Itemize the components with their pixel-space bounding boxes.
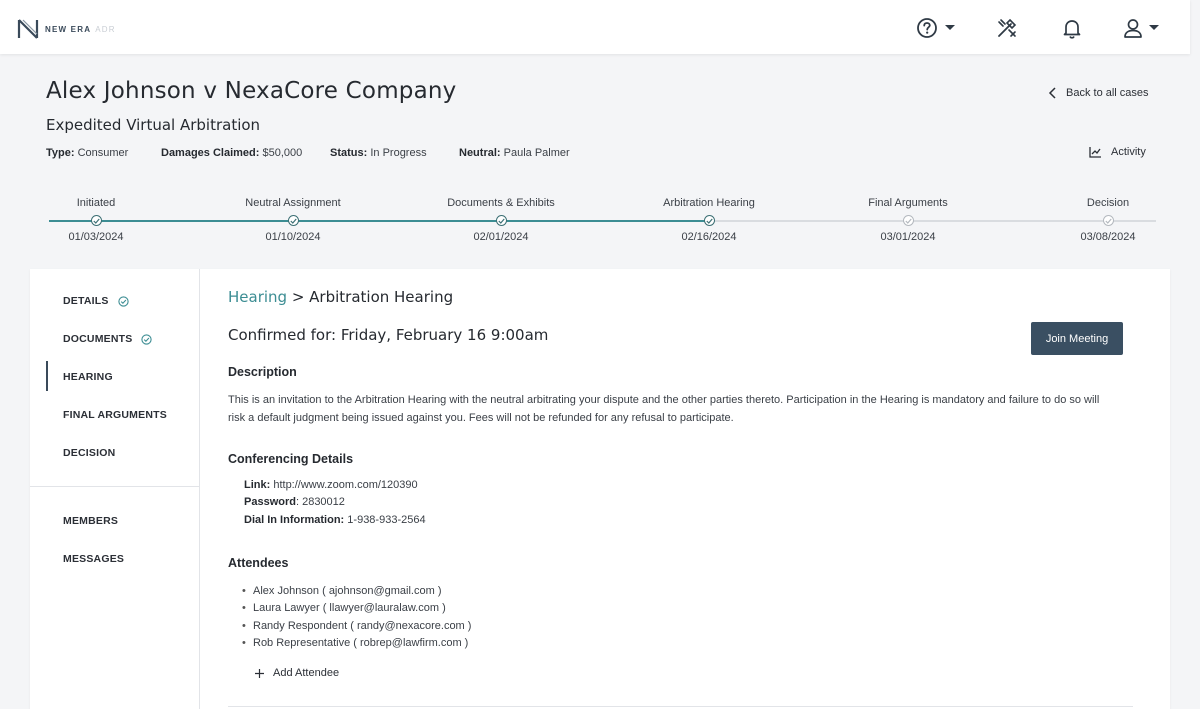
meta-damages: Damages Claimed: $50,000 [161, 147, 303, 159]
hearing-confirmed-time: Confirmed for: Friday, February 16 9:00a… [228, 326, 549, 344]
step-check-icon [90, 215, 102, 226]
step-decision[interactable]: Decision 03/08/2024 [1028, 195, 1188, 243]
logo-mark-icon [17, 19, 39, 39]
meta-status: Status: In Progress [330, 147, 427, 159]
zoom-link[interactable]: http://www.zoom.com/120390 [270, 479, 417, 491]
nav-item-hearing[interactable]: HEARING [63, 371, 113, 383]
notifications-button[interactable] [1061, 16, 1083, 40]
step-check-icon [495, 215, 507, 226]
check-circle-icon [141, 333, 153, 345]
step-check-icon [287, 215, 299, 226]
top-bar: NEW ERA ADR [0, 0, 1190, 54]
chevron-down-icon [945, 25, 955, 30]
tools-icon [998, 18, 1017, 37]
step-check-icon [1102, 215, 1114, 226]
user-menu[interactable] [1122, 16, 1160, 40]
list-item: • Randy Respondent ( randy@nexacore.com ) [242, 620, 472, 632]
nav-item-decision[interactable]: DECISION [63, 447, 115, 459]
brand-name: NEW ERA ADR [45, 24, 116, 34]
nav-item-members[interactable]: MEMBERS [63, 515, 118, 527]
step-final-arguments[interactable]: Final Arguments 03/01/2024 [828, 195, 988, 243]
help-icon [917, 18, 937, 38]
tools-button[interactable] [996, 16, 1018, 40]
list-item: • Rob Representative ( robrep@lawfirm.com… [242, 637, 469, 649]
plus-icon [255, 668, 264, 678]
chevron-down-icon [1149, 25, 1159, 30]
meta-type: Type: Consumer [46, 147, 129, 159]
description-heading: Description [228, 365, 297, 379]
user-icon [1124, 19, 1142, 38]
conference-password: Password: 2830012 [244, 496, 345, 508]
help-menu[interactable] [916, 16, 956, 40]
chart-line-icon [1089, 147, 1101, 158]
bell-icon [1063, 20, 1081, 39]
section-divider [228, 706, 1133, 707]
case-subtitle: Expedited Virtual Arbitration [46, 116, 261, 134]
section-nav: DETAILS DOCUMENTS HEARING FINAL ARGUMENT… [30, 269, 200, 709]
case-detail-card: DETAILS DOCUMENTS HEARING FINAL ARGUMENT… [30, 269, 1170, 709]
step-check-icon [703, 215, 715, 226]
check-circle-icon [117, 295, 129, 307]
step-neutral-assignment[interactable]: Neutral Assignment 01/10/2024 [213, 195, 373, 243]
attendees-heading: Attendees [228, 556, 289, 570]
brand-logo[interactable]: NEW ERA ADR [17, 18, 116, 40]
add-attendee-button[interactable]: Add Attendee [254, 667, 339, 679]
step-arbitration-hearing[interactable]: Arbitration Hearing 02/16/2024 [629, 195, 789, 243]
case-progress-stepper: Initiated 01/03/2024 Neutral Assignment … [0, 195, 1200, 255]
breadcrumb-current: Arbitration Hearing [309, 288, 454, 306]
list-item: • Alex Johnson ( ajohnson@gmail.com ) [242, 585, 442, 597]
nav-item-details[interactable]: DETAILS [63, 295, 129, 307]
nav-item-final-arguments[interactable]: FINAL ARGUMENTS [63, 409, 167, 421]
back-to-cases-link[interactable]: Back to all cases [1048, 87, 1149, 99]
activity-link[interactable]: Activity [1089, 146, 1146, 158]
nav-item-documents[interactable]: DOCUMENTS [63, 333, 153, 345]
breadcrumb-hearing-link[interactable]: Hearing [228, 288, 287, 306]
list-item: • Laura Lawyer ( llawyer@lauralaw.com ) [242, 602, 446, 614]
conference-dial-in: Dial In Information: 1-938-933-2564 [244, 514, 426, 526]
nav-active-indicator [46, 361, 48, 391]
meta-neutral: Neutral: Paula Palmer [459, 147, 570, 159]
conferencing-heading: Conferencing Details [228, 452, 354, 466]
description-text: This is an invitation to the Arbitration… [228, 394, 1100, 424]
chevron-left-icon [1048, 87, 1056, 99]
nav-item-messages[interactable]: MESSAGES [63, 553, 124, 565]
join-meeting-button[interactable]: Join Meeting [1031, 322, 1123, 355]
nav-divider [30, 486, 200, 487]
step-documents-exhibits[interactable]: Documents & Exhibits 02/01/2024 [421, 195, 581, 243]
step-initiated[interactable]: Initiated 01/03/2024 [16, 195, 176, 243]
breadcrumb: Hearing > Arbitration Hearing [228, 288, 454, 306]
step-check-icon [902, 215, 914, 226]
page-title: Alex Johnson v NexaCore Company [46, 78, 457, 104]
conference-link: Link: http://www.zoom.com/120390 [244, 479, 418, 491]
